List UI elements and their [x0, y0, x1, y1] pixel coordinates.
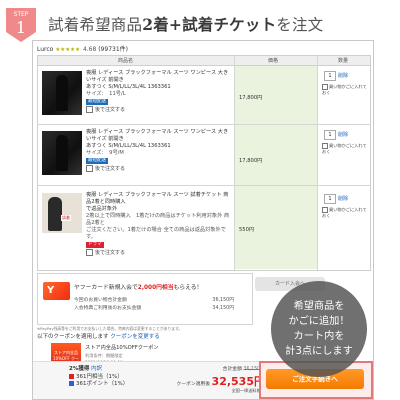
points-rate: 2%獲得 — [69, 366, 90, 372]
coupon-name: ストア内全品10%OFFクーポン — [85, 345, 159, 351]
later-checkbox[interactable] — [86, 249, 93, 256]
save-for-later[interactable]: 買い物かごに入れておく — [322, 207, 368, 218]
divider — [317, 56, 318, 270]
later-label: 後で注文する — [95, 107, 126, 113]
card-row-value: 34,150円 — [212, 306, 234, 311]
quantity-input[interactable]: 1 — [324, 71, 336, 81]
product-size: サイズ： 9号/M — [86, 150, 124, 156]
step-label: STEP — [14, 11, 29, 18]
product-size: サイズ： 11号/L — [86, 91, 126, 97]
paypay-icon — [69, 373, 74, 379]
change-coupon-link[interactable]: クーポンを変更する — [110, 334, 160, 340]
card-promo-title: ヤフーカード新規入会で2,000円相当もらえる！ — [74, 282, 202, 291]
save-for-later[interactable]: 買い物かごに入れておく — [322, 143, 368, 154]
delete-link[interactable]: 削除 — [338, 72, 348, 79]
bubble-line: かごに追加！ — [288, 316, 350, 327]
cart-screenshot: Lurco ★★★★★ 4.68 (99731件) 商品名 価格 数量 喪服 レデ… — [32, 40, 374, 400]
quantity-input[interactable]: 1 — [324, 194, 336, 204]
quantity-input[interactable]: 1 — [324, 130, 336, 140]
total-label: 合計金額 — [222, 367, 242, 372]
card-promo: Y ヤフーカード新規入会で2,000円相当もらえる！ 今回のお買い物合計金額 36… — [37, 273, 253, 325]
table-header: 商品名 価格 数量 — [38, 56, 370, 66]
title-highlight: 試着チケット — [182, 15, 277, 34]
delete-link[interactable]: 削除 — [338, 131, 348, 138]
card-row-label: 入会特典ご利用後のお支払金額 — [74, 306, 142, 311]
later-checkbox[interactable] — [86, 165, 93, 172]
total-amount: 32,535円 — [211, 375, 265, 388]
product-name-2[interactable]: あすつく S/M/L/LL/3L/4L 1363361 — [86, 143, 232, 150]
page-title: 試着希望商品2着+試着チケットを注文 — [48, 14, 396, 36]
price-cell — [235, 125, 317, 185]
title-part: 試着希望商品 — [48, 16, 143, 34]
product-name-2[interactable]: で返品対象外 — [86, 206, 232, 213]
shop-score: 4.68 — [82, 46, 97, 53]
card-logo: Y — [43, 282, 70, 300]
coupon-title: 以下のクーポンを適用します クーポンを変更する — [37, 332, 160, 340]
product-thumbnail[interactable] — [42, 131, 82, 175]
card-logo-letter: Y — [47, 285, 55, 296]
points-line: 361ポイント（1%） — [76, 381, 129, 387]
product-name-2[interactable]: あすつく S/M/L/LL/3L/4L 1363361 — [86, 84, 232, 91]
coupon-detail: 利用条件：期間限定 — [85, 353, 123, 358]
product-thumbnail[interactable] — [42, 71, 82, 115]
coupon-applied-label: クーポン適用後 — [176, 382, 211, 387]
shop-info: Lurco ★★★★★ 4.68 (99731件) — [37, 44, 128, 54]
item-price: 17,800円 — [239, 158, 263, 164]
tpoint-icon — [69, 381, 74, 386]
ticket-thumb-label: 試着 — [61, 215, 71, 221]
card-title-post: もらえる！ — [173, 285, 203, 291]
card-row: 今回のお買い物合計金額 36,150円 — [74, 296, 234, 303]
save-for-later-label: 買い物かごに入れておく — [322, 84, 367, 95]
shop-name[interactable]: Lurco — [37, 46, 53, 53]
later-checkbox[interactable] — [86, 106, 93, 113]
card-title-pre: ヤフーカード新規入会で — [74, 285, 138, 291]
delivery-badge: 最短配送 — [86, 99, 108, 105]
promo-badge: ドラマ — [86, 242, 104, 248]
save-for-later-label: 買い物かごに入れておく — [322, 143, 367, 154]
card-title-highlight: 2,000円相当 — [137, 285, 174, 291]
card-row-value: 36,150円 — [212, 298, 234, 303]
coupon-title-text: 以下のクーポンを適用します — [37, 334, 109, 340]
step-badge: STEP 1 — [6, 8, 36, 42]
item-price: 17,800円 — [239, 95, 263, 101]
card-row-label: 今回のお買い物合計金額 — [74, 298, 127, 303]
step-number: 1 — [16, 18, 26, 37]
later-label: 後で注文する — [95, 250, 126, 256]
product-desc-2: ご注文ください。1着だけの場合 全ての商品は返品対象外です。 — [86, 227, 226, 240]
divider — [234, 56, 235, 270]
col-price: 価格 — [268, 58, 279, 64]
title-part: を注文 — [276, 16, 324, 34]
save-for-later-label: 買い物かごに入れておく — [322, 207, 367, 218]
delete-link[interactable]: 削除 — [338, 195, 348, 202]
product-name[interactable]: 喪服 レディース ブラックフォーマル スーツ 試着チケット 商品2着と同時購入 — [86, 192, 232, 206]
table-row: 喪服 レディース ブラックフォーマル スーツ ワンピース 大きいサイズ 前開き … — [38, 66, 370, 125]
item-price: 550円 — [239, 227, 255, 233]
table-row: 喪服 レディース ブラックフォーマル スーツ ワンピース 大きいサイズ 前開き … — [38, 125, 370, 186]
delivery-badge: 最短配送 — [86, 158, 108, 164]
cart-table: 商品名 価格 数量 喪服 レディース ブラックフォーマル スーツ ワンピース 大… — [37, 55, 371, 271]
col-qty: 数量 — [338, 58, 349, 64]
save-for-later[interactable]: 買い物かごに入れておく — [322, 84, 368, 95]
points-line: 361円相当（1%） — [76, 373, 123, 380]
star-rating-icon: ★★★★★ — [55, 47, 81, 53]
shop-reviews[interactable]: (99731件) — [98, 46, 128, 53]
title-highlight: 2着 — [142, 15, 169, 34]
points-info: 2%獲得 内訳 361円相当（1%） 361ポイント（1%） — [69, 366, 128, 389]
bubble-line: 計3点にします — [285, 346, 353, 357]
instruction-bubble: 希望商品を かごに追加！ カート内を 計3点にします — [271, 281, 367, 377]
ticket-thumbnail[interactable]: 試着 — [42, 193, 82, 233]
bubble-line: カート内を — [293, 331, 345, 342]
product-name[interactable]: 喪服 レディース ブラックフォーマル スーツ ワンピース 大きいサイズ 前開き — [86, 129, 232, 143]
col-product: 商品名 — [118, 58, 134, 64]
points-breakdown-link[interactable]: 内訳 — [91, 366, 102, 372]
product-name[interactable]: 喪服 レディース ブラックフォーマル スーツ ワンピース 大きいサイズ 前開き — [86, 70, 232, 84]
bubble-line: 希望商品を — [293, 301, 345, 312]
product-desc: 2着以上で同時購入 1着だけの商品はチケット利用対象外 商品2着と — [86, 213, 230, 226]
table-row: 試着 喪服 レディース ブラックフォーマル スーツ 試着チケット 商品2着と同時… — [38, 186, 370, 269]
later-label: 後で注文する — [95, 166, 126, 172]
title-plus: + — [168, 15, 183, 34]
card-row: 入会特典ご利用後のお支払金額 34,150円 — [74, 304, 234, 311]
